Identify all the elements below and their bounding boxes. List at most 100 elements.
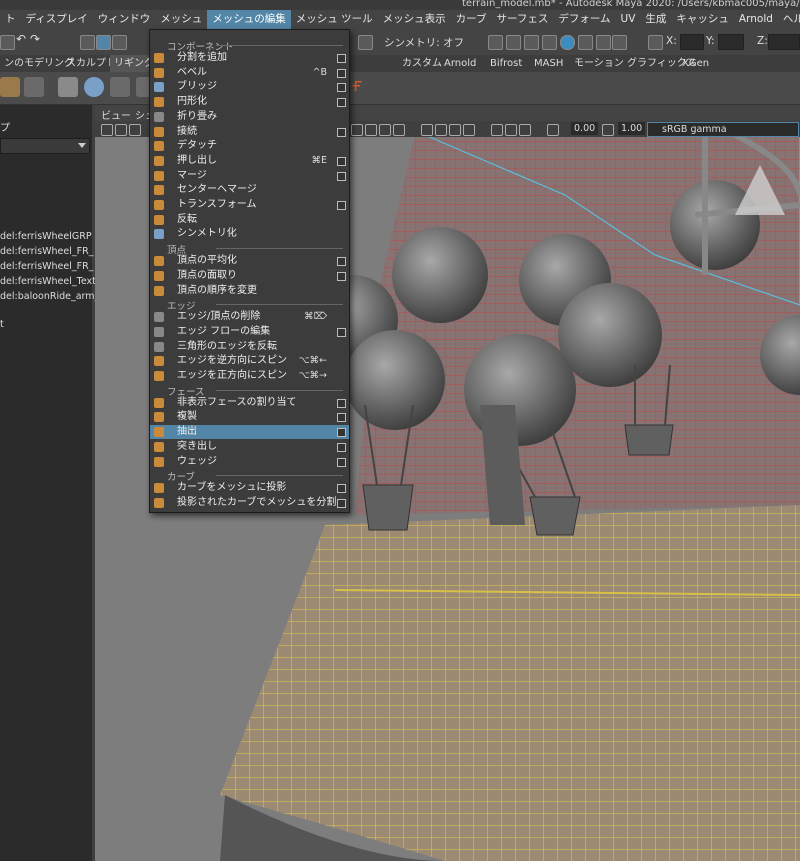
option-box[interactable] <box>337 54 346 63</box>
shelf-tab-7[interactable]: MASH <box>530 55 567 72</box>
select-tool-icon[interactable] <box>80 35 95 50</box>
menu-6[interactable]: メッシュ表示 <box>378 10 451 29</box>
menu-4[interactable]: メッシュの編集 <box>207 10 291 29</box>
humanik-icon[interactable] <box>24 77 44 97</box>
option-box[interactable] <box>337 327 346 337</box>
option-box[interactable] <box>337 498 346 508</box>
option-box[interactable] <box>337 484 346 494</box>
safe-action-icon[interactable] <box>393 124 405 136</box>
pause-icon[interactable] <box>612 35 627 50</box>
save-scene-icon[interactable] <box>0 35 15 50</box>
menu-item[interactable]: 頂点の平均化 <box>150 254 349 268</box>
outliner-item[interactable]: del:ferrisWheel_FR_ <box>0 246 93 257</box>
ipr-render-icon[interactable] <box>542 35 557 50</box>
shelf-tab-9[interactable]: XGen <box>678 55 713 72</box>
menu-14[interactable]: ヘルプ <box>778 10 800 29</box>
textured-icon[interactable] <box>449 124 461 136</box>
outliner-item[interactable]: del:ferrisWheelGRP <box>0 231 92 242</box>
wireframe-icon[interactable] <box>421 124 433 136</box>
render-setup-icon[interactable] <box>578 35 593 50</box>
render-icon[interactable] <box>488 35 503 50</box>
option-box[interactable] <box>337 257 346 267</box>
bind-skin-icon[interactable] <box>58 77 78 97</box>
render-region-icon[interactable] <box>506 35 521 50</box>
menu-11[interactable]: 生成 <box>640 10 671 29</box>
symmetry-dropdown[interactable]: シンメトリ: オフ <box>384 35 464 50</box>
menu-item[interactable]: 三角形のエッジを反転 <box>150 340 349 354</box>
option-box[interactable] <box>337 442 346 452</box>
menu-5[interactable]: メッシュ ツール <box>291 10 378 29</box>
camera-attributes-icon[interactable] <box>115 124 127 136</box>
menu-8[interactable]: サーフェス <box>491 10 553 29</box>
option-box[interactable] <box>337 457 346 467</box>
menu-10[interactable]: UV <box>616 10 641 29</box>
viewport-menu-view[interactable]: ビュー <box>101 107 131 122</box>
option-box[interactable] <box>337 156 346 166</box>
option-box[interactable] <box>337 271 346 281</box>
menu-item[interactable]: エッジ フローの編集 <box>150 325 349 339</box>
color-space-dropdown[interactable]: sRGB gamma <box>647 122 799 137</box>
lasso-tool-icon[interactable] <box>96 35 111 50</box>
menu-item[interactable]: ベベル ^B <box>150 66 349 80</box>
menu-item[interactable]: トランスフォーム <box>150 198 349 212</box>
exposure-icon[interactable] <box>547 124 559 136</box>
menu-item[interactable]: 分割を追加 <box>150 51 349 65</box>
gamma-field[interactable]: 1.00 <box>618 122 646 135</box>
paint-select-icon[interactable] <box>112 35 127 50</box>
menu-item[interactable]: カーブをメッシュに投影 <box>150 481 349 495</box>
film-gate-icon[interactable] <box>365 124 377 136</box>
menu-7[interactable]: カーブ <box>451 10 492 29</box>
menu-item[interactable]: エッジを正方向にスピン ⌥⌘→ <box>150 369 349 383</box>
joint-tool-icon[interactable] <box>0 77 20 97</box>
menu-9[interactable]: デフォーム <box>553 10 615 29</box>
menu-item[interactable]: 頂点の面取り <box>150 269 349 283</box>
exposure-field[interactable]: 0.00 <box>571 122 599 135</box>
menu-0[interactable]: ト <box>0 10 21 29</box>
shelf-tab-4[interactable]: カスタム <box>398 55 446 72</box>
menu-item[interactable]: 押し出し ⌘E <box>150 154 349 168</box>
gamma-icon[interactable] <box>602 124 614 136</box>
option-box[interactable] <box>337 201 346 210</box>
menu-2[interactable]: ウィンドウ <box>93 10 156 29</box>
menu-item[interactable]: エッジを逆方向にスピン ⌥⌘← <box>150 354 349 368</box>
outliner-item[interactable]: del:baloonRide_arm_ <box>0 291 99 302</box>
undo-icon[interactable]: ↶ <box>16 32 29 46</box>
option-box[interactable] <box>337 127 346 137</box>
redo-icon[interactable]: ↷ <box>30 32 43 46</box>
option-box[interactable] <box>337 398 346 408</box>
menu-item[interactable]: エッジ/頂点の削除 ⌘⌦ <box>150 310 349 324</box>
menu-item[interactable]: センターへマージ <box>150 183 349 197</box>
menu-12[interactable]: キャッシュ <box>671 10 734 29</box>
isolate-select-icon[interactable] <box>505 124 517 136</box>
option-box[interactable] <box>337 98 346 108</box>
xray-icon[interactable] <box>491 124 503 136</box>
ik-handle-icon[interactable] <box>84 77 104 97</box>
hypershade-icon[interactable] <box>560 35 575 50</box>
option-box[interactable] <box>337 171 346 181</box>
smooth-shade-icon[interactable] <box>435 124 447 136</box>
outliner-filter-dropdown[interactable] <box>0 138 90 154</box>
menu-item[interactable]: 投影されたカーブでメッシュを分割 <box>150 496 349 510</box>
menu-item[interactable]: シンメトリ化 <box>150 227 349 241</box>
paint-weights-icon[interactable] <box>110 77 130 97</box>
ambient-occlusion-icon[interactable] <box>519 124 531 136</box>
transform-icon[interactable] <box>648 35 663 50</box>
z-field[interactable] <box>768 34 800 50</box>
outliner-item[interactable]: del:ferrisWheel_FR_ <box>0 261 93 272</box>
option-box[interactable] <box>337 428 346 438</box>
menu-item[interactable]: 複製 <box>150 410 349 424</box>
menu-item[interactable]: 反転 <box>150 213 349 227</box>
menu-item[interactable]: 非表示フェースの割り当て <box>150 396 349 410</box>
option-box[interactable] <box>337 68 346 78</box>
shelf-tab-5[interactable]: Arnold <box>440 55 480 72</box>
menu-item[interactable]: ウェッジ <box>150 455 349 469</box>
menu-item[interactable]: 接続 <box>150 125 349 139</box>
menu-item[interactable]: ブリッジ <box>150 80 349 94</box>
menu-item[interactable]: 円形化 <box>150 95 349 109</box>
camera-icon[interactable] <box>101 124 113 136</box>
menu-3[interactable]: メッシュ <box>155 10 207 29</box>
menu-item[interactable]: 折り畳み <box>150 110 349 124</box>
resolution-gate-icon[interactable] <box>379 124 391 136</box>
lighting-icon[interactable] <box>463 124 475 136</box>
menu-1[interactable]: ディスプレイ <box>21 10 93 29</box>
